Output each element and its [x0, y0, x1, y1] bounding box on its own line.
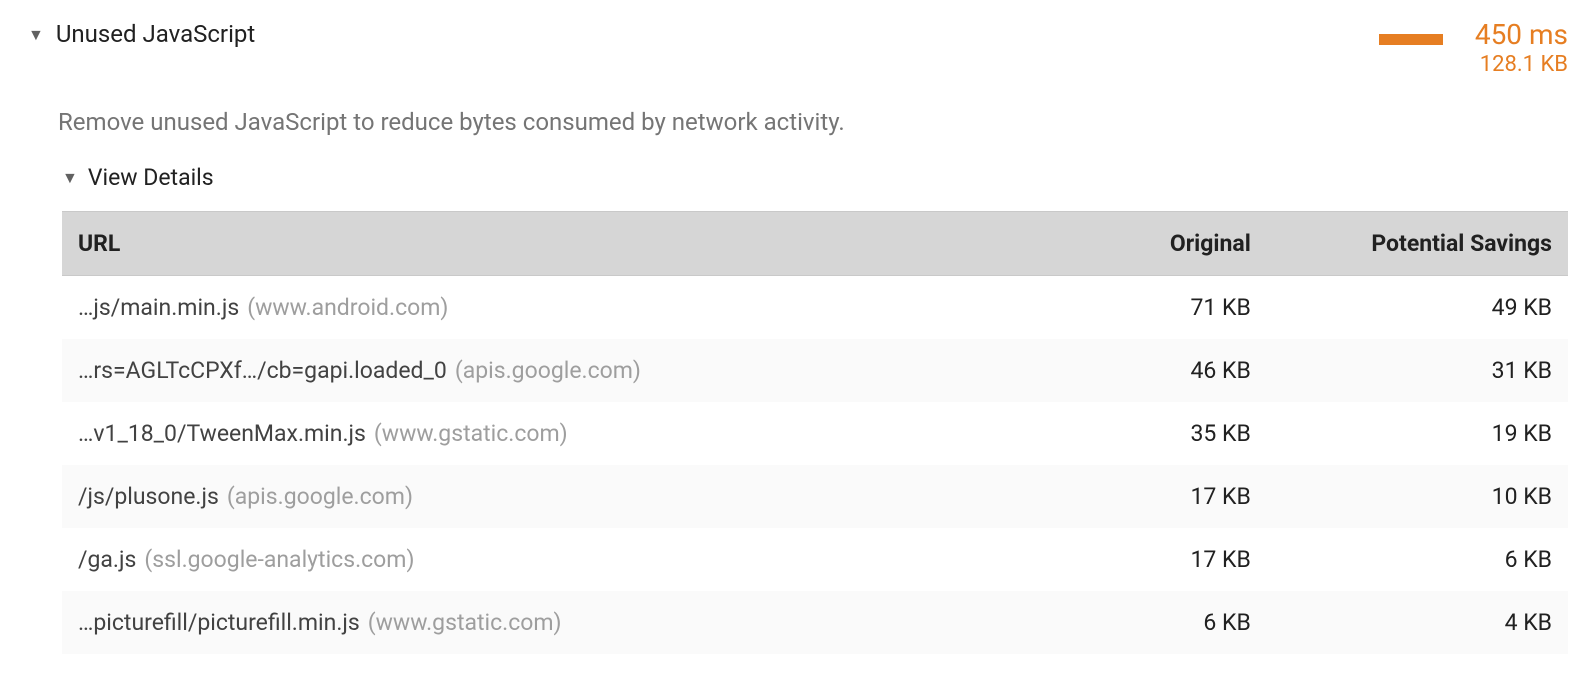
cell-original: 17 KB — [1056, 528, 1267, 591]
url-path: …picturefill/picturefill.min.js — [78, 609, 360, 636]
cell-savings: 6 KB — [1267, 528, 1568, 591]
url-path: /ga.js — [78, 546, 136, 573]
audit-description: Remove unused JavaScript to reduce bytes… — [58, 108, 1568, 136]
cell-savings: 4 KB — [1267, 591, 1568, 654]
cell-savings: 49 KB — [1267, 276, 1568, 340]
url-host: (apis.google.com) — [227, 483, 413, 510]
header-url[interactable]: URL — [62, 212, 1056, 276]
cell-url[interactable]: /ga.js (ssl.google-analytics.com) — [62, 528, 1056, 591]
cell-url[interactable]: …rs=AGLTcCPXf…/cb=gapi.loaded_0 (apis.goo… — [62, 339, 1056, 402]
header-savings[interactable]: Potential Savings — [1267, 212, 1568, 276]
table-row: …js/main.min.js (www.android.com) 71 KB49 … — [62, 276, 1568, 340]
cell-original: 46 KB — [1056, 339, 1267, 402]
audit-title: Unused JavaScript — [56, 20, 255, 48]
cell-savings: 10 KB — [1267, 465, 1568, 528]
url-path: /js/plusone.js — [78, 483, 219, 510]
details-table: URL Original Potential Savings …js/main.… — [62, 211, 1568, 654]
table-row: /ga.js (ssl.google-analytics.com) 17 KB6 K… — [62, 528, 1568, 591]
cell-savings: 31 KB — [1267, 339, 1568, 402]
cell-url[interactable]: …v1_18_0/TweenMax.min.js (www.gstatic.com… — [62, 402, 1056, 465]
url-host: (ssl.google-analytics.com) — [144, 546, 414, 573]
url-path: …js/main.min.js — [78, 294, 239, 321]
cell-savings: 19 KB — [1267, 402, 1568, 465]
metric-time: 450 ms — [1475, 20, 1568, 51]
url-host: (apis.google.com) — [455, 357, 641, 384]
metric-bar-icon — [1379, 34, 1443, 45]
url-path: …v1_18_0/TweenMax.min.js — [78, 420, 366, 447]
url-host: (www.android.com) — [247, 294, 448, 321]
cell-original: 35 KB — [1056, 402, 1267, 465]
table-row: …v1_18_0/TweenMax.min.js (www.gstatic.com… — [62, 402, 1568, 465]
table-row: /js/plusone.js (apis.google.com) 17 KB10 K… — [62, 465, 1568, 528]
cell-url[interactable]: …js/main.min.js (www.android.com) — [62, 276, 1056, 340]
audit-metrics: 450 ms 128.1 KB — [1475, 20, 1568, 78]
metric-size: 128.1 KB — [1475, 51, 1568, 79]
table-row: …picturefill/picturefill.min.js (www.gsta… — [62, 591, 1568, 654]
cell-original: 6 KB — [1056, 591, 1267, 654]
cell-url[interactable]: /js/plusone.js (apis.google.com) — [62, 465, 1056, 528]
cell-original: 71 KB — [1056, 276, 1267, 340]
view-details-label: View Details — [88, 164, 214, 191]
url-host: (www.gstatic.com) — [368, 609, 562, 636]
url-host: (www.gstatic.com) — [374, 420, 568, 447]
audit-collapse-icon[interactable]: ▼ — [28, 25, 44, 45]
table-header-row: URL Original Potential Savings — [62, 212, 1568, 276]
audit-header: ▼ Unused JavaScript 450 ms 128.1 KB — [28, 20, 1568, 78]
view-details-toggle[interactable]: ▼ View Details — [62, 164, 1568, 191]
url-path: …rs=AGLTcCPXf…/cb=gapi.loaded_0 — [78, 357, 447, 384]
cell-original: 17 KB — [1056, 465, 1267, 528]
table-row: …rs=AGLTcCPXf…/cb=gapi.loaded_0 (apis.goo… — [62, 339, 1568, 402]
header-original[interactable]: Original — [1056, 212, 1267, 276]
chevron-down-icon: ▼ — [62, 168, 78, 188]
cell-url[interactable]: …picturefill/picturefill.min.js (www.gsta… — [62, 591, 1056, 654]
